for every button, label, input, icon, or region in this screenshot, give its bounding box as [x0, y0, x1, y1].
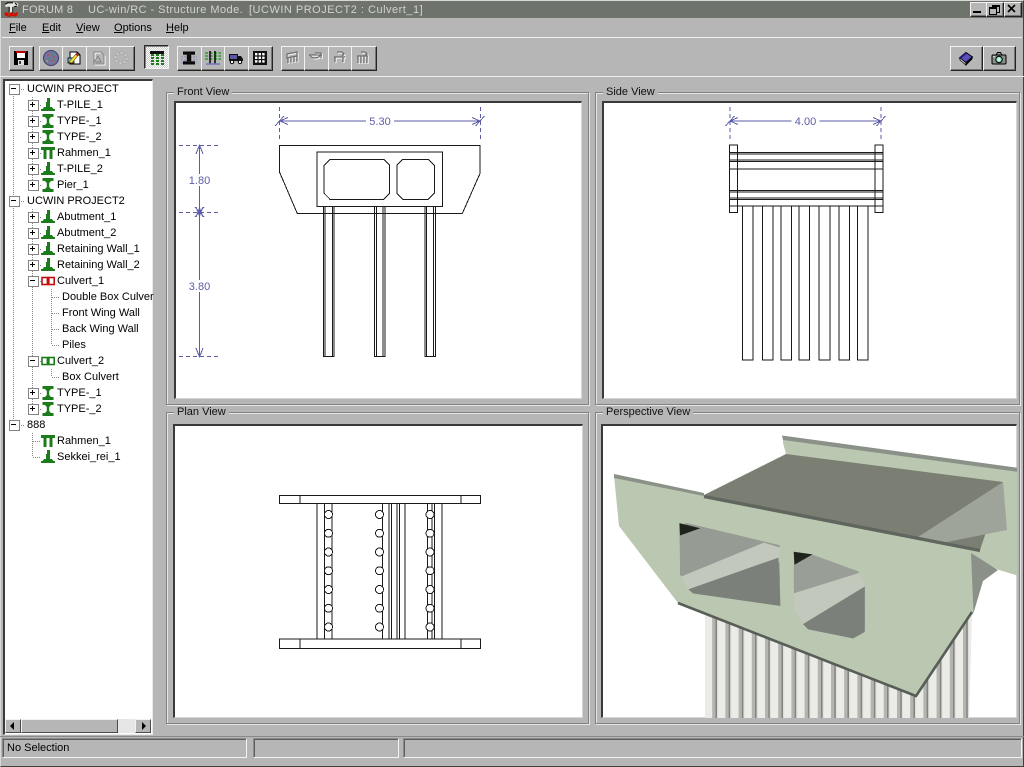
svg-text:3.80: 3.80 — [189, 281, 210, 293]
svg-text:5.30: 5.30 — [369, 116, 390, 128]
svg-text:4.00: 4.00 — [795, 116, 816, 128]
svg-text:1.80: 1.80 — [189, 175, 210, 187]
